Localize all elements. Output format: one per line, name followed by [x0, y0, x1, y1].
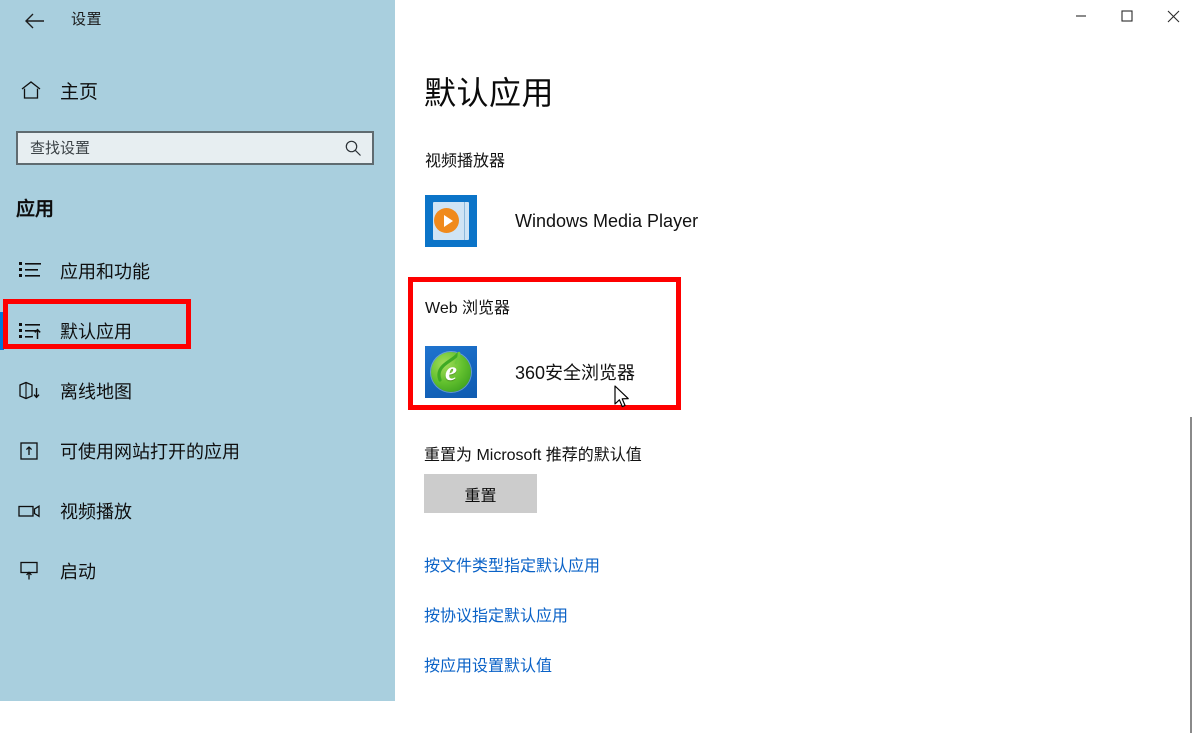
- apps-list-icon: [16, 257, 44, 285]
- maximize-button[interactable]: [1104, 0, 1150, 32]
- sidebar-item-offline-maps[interactable]: 离线地图: [0, 361, 395, 421]
- settings-window: 设置 主页 应用: [0, 0, 1196, 733]
- default-app-name: 360安全浏览器: [515, 363, 636, 383]
- video-playback-icon: [16, 497, 44, 525]
- minimize-icon: [1075, 10, 1087, 22]
- sidebar-item-home[interactable]: 主页: [12, 72, 104, 108]
- startup-icon: [16, 557, 44, 585]
- back-arrow-icon: [23, 12, 45, 30]
- minimize-button[interactable]: [1058, 0, 1104, 32]
- sidebar-item-label: 可使用网站打开的应用: [60, 442, 240, 462]
- close-button[interactable]: [1150, 0, 1196, 32]
- sidebar-nav-list: 应用和功能 默认应用 离线地图 可使用网站打开的应用 视频播放 启动: [0, 241, 395, 601]
- search-input[interactable]: [18, 133, 338, 163]
- 360-browser-icon: e: [425, 346, 477, 398]
- page-title: 默认应用: [424, 75, 555, 111]
- sidebar: 设置 主页 应用: [0, 0, 395, 701]
- apps-for-websites-icon: [16, 437, 44, 465]
- sidebar-item-label: 视频播放: [60, 502, 132, 522]
- window-controls: [1058, 0, 1196, 32]
- main-content: 默认应用 视频播放器 Windows Media Player Web 浏览器 …: [395, 0, 1196, 733]
- link-set-defaults-by-app[interactable]: 按应用设置默认值: [424, 652, 552, 676]
- sidebar-section-heading: 应用: [16, 199, 55, 220]
- link-choose-default-apps-by-file-type[interactable]: 按文件类型指定默认应用: [424, 552, 600, 576]
- default-app-name: Windows Media Player: [515, 210, 699, 231]
- sidebar-item-default-apps[interactable]: 默认应用: [0, 301, 395, 361]
- reset-button[interactable]: 重置: [424, 474, 537, 513]
- sidebar-item-apps-for-websites[interactable]: 可使用网站打开的应用: [0, 421, 395, 481]
- default-apps-icon: [16, 317, 44, 345]
- default-app-web-browser[interactable]: e 360安全浏览器: [425, 346, 635, 398]
- default-app-video-player[interactable]: Windows Media Player: [425, 195, 698, 247]
- sidebar-item-label: 离线地图: [60, 382, 132, 402]
- window-title: 设置: [71, 11, 103, 28]
- group-label-video-player: 视频播放器: [425, 153, 506, 170]
- close-icon: [1167, 10, 1180, 23]
- sidebar-item-label: 启动: [60, 562, 96, 582]
- group-label-web-browser: Web 浏览器: [425, 300, 511, 317]
- reset-section-label: 重置为 Microsoft 推荐的默认值: [424, 447, 642, 464]
- vertical-scrollbar[interactable]: [1184, 32, 1196, 733]
- sidebar-item-apps-and-features[interactable]: 应用和功能: [0, 241, 395, 301]
- maximize-icon: [1121, 10, 1133, 22]
- scrollbar-thumb[interactable]: [1190, 417, 1192, 733]
- sidebar-item-video-playback[interactable]: 视频播放: [0, 481, 395, 541]
- sidebar-item-label: 默认应用: [60, 322, 132, 342]
- home-label: 主页: [60, 81, 99, 103]
- search-box[interactable]: [16, 131, 374, 165]
- sidebar-titlebar: 设置: [0, 0, 395, 44]
- home-icon: [18, 77, 44, 103]
- offline-maps-icon: [16, 377, 44, 405]
- link-choose-default-apps-by-protocol[interactable]: 按协议指定默认应用: [424, 602, 568, 626]
- sidebar-item-label: 应用和功能: [60, 262, 150, 282]
- back-button[interactable]: [14, 4, 54, 38]
- windows-media-player-icon: [425, 195, 477, 247]
- sidebar-item-startup[interactable]: 启动: [0, 541, 395, 601]
- search-icon[interactable]: [338, 139, 368, 157]
